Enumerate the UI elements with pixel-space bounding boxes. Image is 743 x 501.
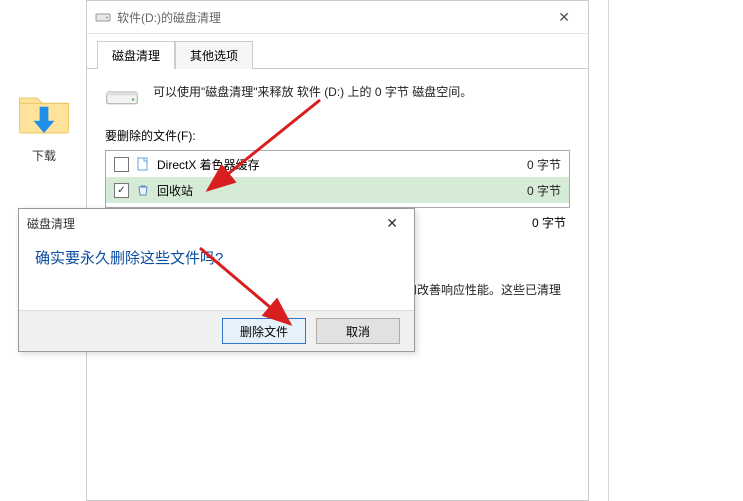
file-icon <box>135 156 151 172</box>
recycle-bin-icon <box>135 182 151 198</box>
dialog-button-row: 删除文件 取消 <box>19 310 414 351</box>
item-size: 0 字节 <box>505 182 561 199</box>
total-size: 0 字节 <box>510 214 566 231</box>
window-close-button[interactable]: ✕ <box>548 5 580 30</box>
dialog-close-button[interactable]: ✕ <box>378 213 406 234</box>
list-item[interactable]: DirectX 着色器缓存 0 字节 <box>106 151 569 177</box>
summary-text: 可以使用"磁盘清理"来释放 软件 (D:) 上的 0 字节 磁盘空间。 <box>153 83 472 101</box>
titlebar: 软件(D:)的磁盘清理 ✕ <box>87 1 588 34</box>
tab-disk-cleanup[interactable]: 磁盘清理 <box>97 41 175 69</box>
file-list[interactable]: DirectX 着色器缓存 0 字节 ✓ 回收站 0 字节 <box>105 150 570 208</box>
cancel-button[interactable]: 取消 <box>316 318 400 344</box>
right-border <box>608 0 609 501</box>
drive-icon <box>95 9 111 25</box>
checkbox[interactable] <box>114 157 129 172</box>
delete-files-button[interactable]: 删除文件 <box>222 318 306 344</box>
tab-more-options[interactable]: 其他选项 <box>175 41 253 69</box>
desktop-folder-label: 下载 <box>14 147 74 164</box>
checkbox[interactable]: ✓ <box>114 183 129 198</box>
list-item[interactable]: ✓ 回收站 0 字节 <box>106 177 569 203</box>
dialog-message: 确实要永久删除这些文件吗? <box>19 237 414 278</box>
item-size: 0 字节 <box>505 156 561 173</box>
item-name: 回收站 <box>157 182 499 199</box>
dialog-titlebar: 磁盘清理 ✕ <box>19 209 414 237</box>
window-title: 软件(D:)的磁盘清理 <box>117 9 221 26</box>
drive-large-icon <box>105 85 139 109</box>
folder-download-icon <box>16 84 72 140</box>
dialog-title: 磁盘清理 <box>27 215 75 232</box>
tabstrip: 磁盘清理 其他选项 <box>87 34 588 69</box>
files-to-delete-label: 要删除的文件(F): <box>105 127 570 144</box>
desktop-folder[interactable]: 下载 <box>14 84 74 164</box>
item-name: DirectX 着色器缓存 <box>157 156 499 173</box>
confirm-dialog: 磁盘清理 ✕ 确实要永久删除这些文件吗? 删除文件 取消 <box>18 208 415 352</box>
